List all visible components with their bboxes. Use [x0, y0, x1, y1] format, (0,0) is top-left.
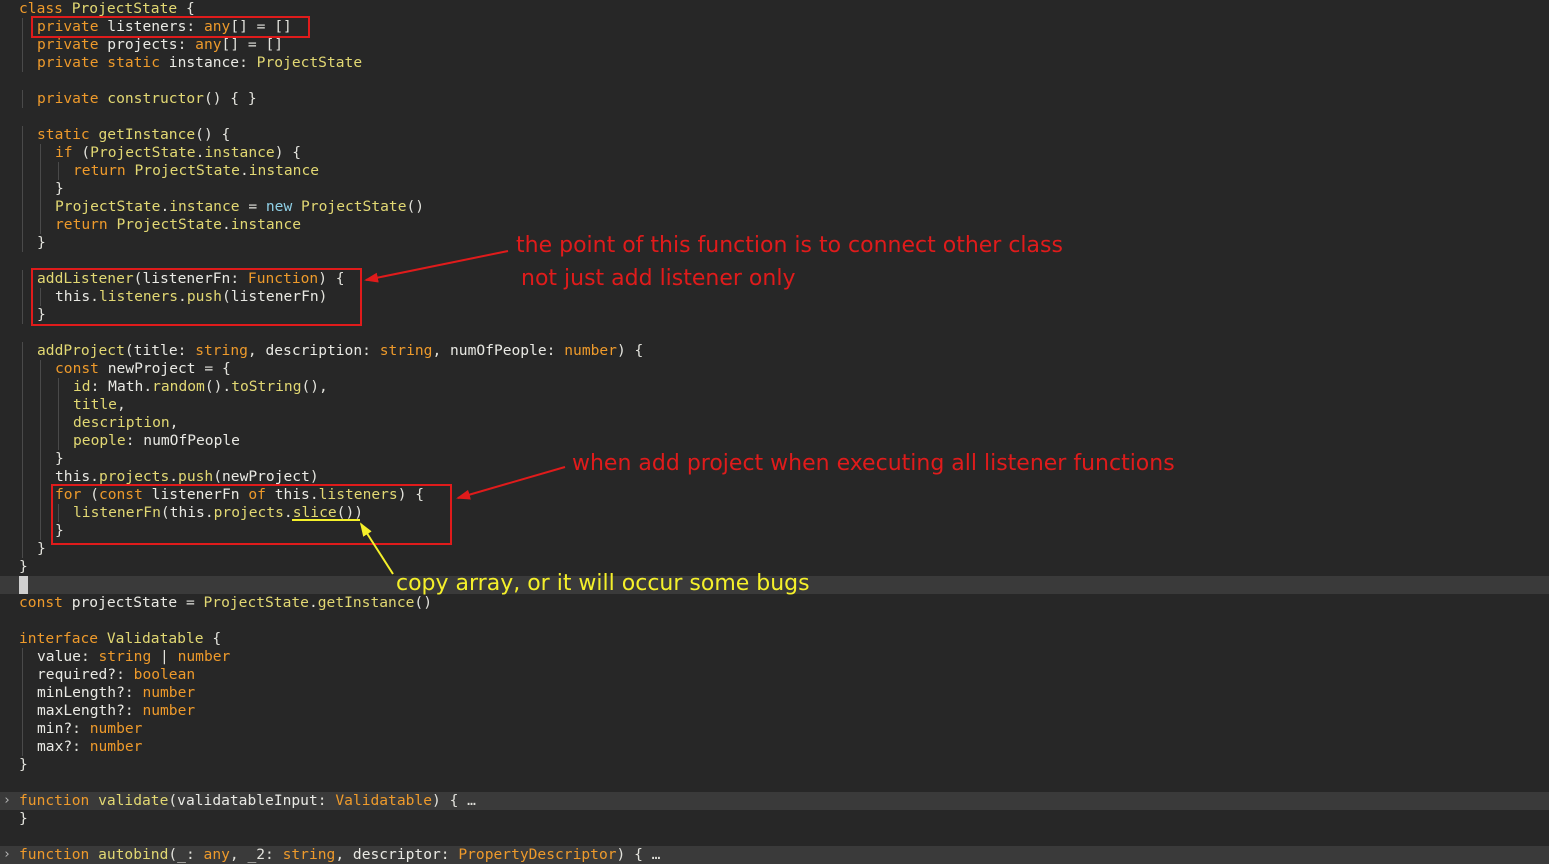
arrow-red-for-loop	[456, 466, 566, 500]
annotation-arrows	[359, 250, 566, 575]
annotation-note-connect-1: the point of this function is to connect…	[516, 233, 1063, 258]
arrow-yellow-slice	[359, 522, 394, 575]
annotation-note-copy-array: copy array, or it will occur some bugs	[396, 571, 810, 596]
annotation-note-connect-2: not just add listener only	[521, 266, 796, 291]
annotation-note-add-project: when add project when executing all list…	[572, 451, 1175, 476]
arrow-red-addlistener	[364, 250, 509, 283]
